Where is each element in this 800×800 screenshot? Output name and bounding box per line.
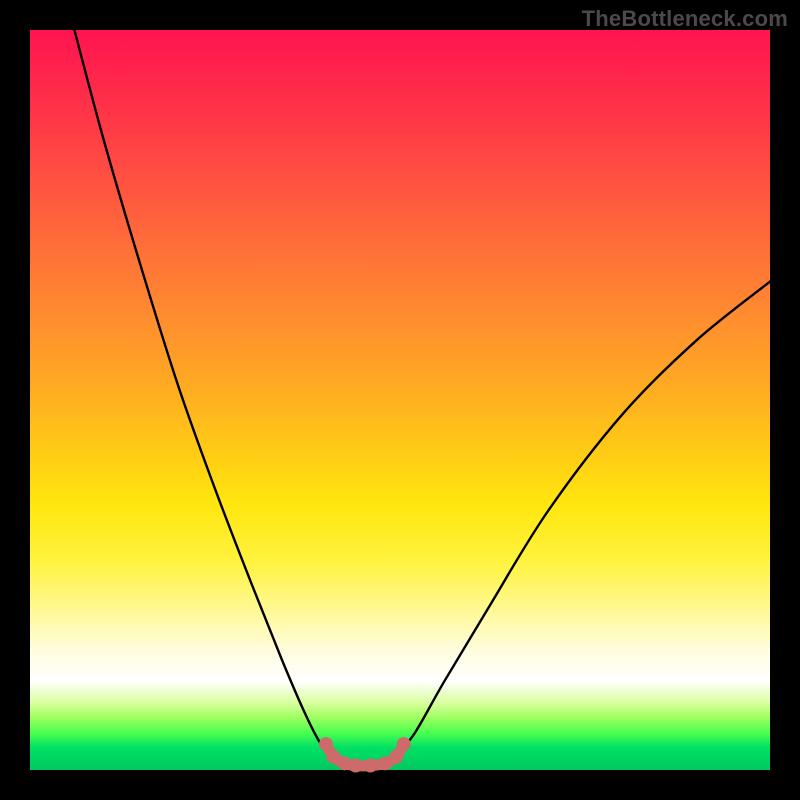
highlight-marker xyxy=(319,737,333,751)
series-right-branch xyxy=(396,282,770,756)
highlight-marker xyxy=(363,759,377,773)
highlight-marker xyxy=(389,750,403,764)
highlight-marker xyxy=(349,759,363,773)
watermark-text: TheBottleneck.com xyxy=(582,6,788,32)
chart-svg xyxy=(30,30,770,770)
highlight-marker xyxy=(397,737,411,751)
chart-frame: TheBottleneck.com xyxy=(0,0,800,800)
series-left-branch xyxy=(74,30,329,755)
